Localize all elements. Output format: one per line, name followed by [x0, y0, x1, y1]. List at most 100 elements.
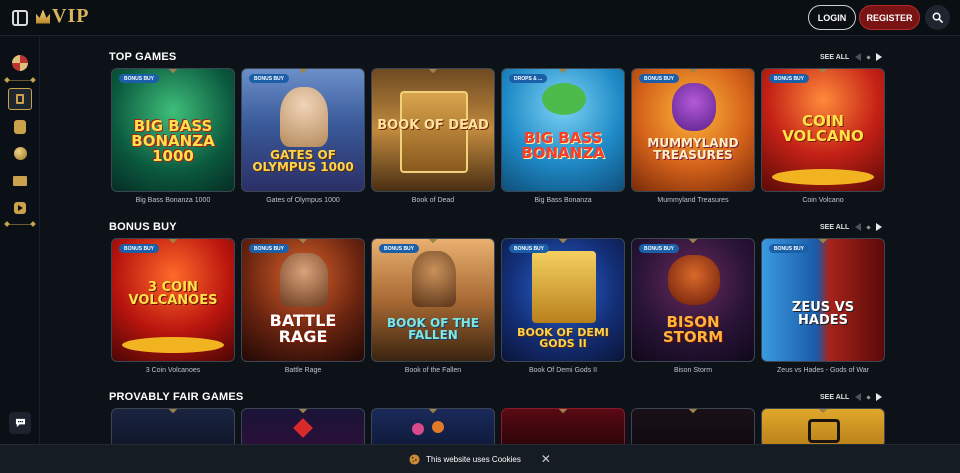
- game-card[interactable]: BONUS BUY BOOK OF DEMI GODS II: [501, 238, 625, 362]
- see-all-link[interactable]: SEE ALL: [820, 394, 849, 401]
- logo-figure: [808, 419, 840, 443]
- game-card[interactable]: BONUS BUY GATES OF OLYMPUS 1000: [241, 68, 365, 192]
- game-art-title: BIG BASS BONANZA: [521, 129, 605, 162]
- sidebar-divider: [7, 80, 33, 81]
- game-art-title: BOOK OF DEAD: [377, 118, 489, 133]
- top-bar: VIP LOGIN REGISTER: [0, 0, 960, 36]
- game-name[interactable]: Book of Dead: [371, 197, 495, 204]
- bonus-buy-badge: BONUS BUY: [639, 74, 680, 83]
- fish-figure: [542, 83, 586, 115]
- game-name[interactable]: Big Bass Bonanza: [501, 197, 625, 204]
- carousel-arrows: [855, 53, 882, 61]
- coins-figure: [122, 337, 224, 353]
- explorer-figure: [412, 251, 456, 307]
- bonus-buy-badge: BONUS BUY: [769, 244, 810, 253]
- game-card[interactable]: [111, 408, 235, 448]
- sidebar: [0, 37, 40, 473]
- game-card[interactable]: DROPS & ... BIG BASS BONANZA: [501, 68, 625, 192]
- game-card[interactable]: BONUS BUY MUMMYLAND TREASURES: [631, 68, 755, 192]
- game-card[interactable]: BONUS BUY BIG BASS BONANZA 1000: [111, 68, 235, 192]
- ball-icon[interactable]: [14, 147, 27, 160]
- game-art-title: GATES OF OLYMPUS 1000: [252, 148, 354, 174]
- section-title: TOP GAMES: [109, 51, 177, 63]
- cookie-icon: [409, 453, 420, 465]
- arrow-right-icon[interactable]: [876, 53, 882, 61]
- arrow-right-icon[interactable]: [876, 223, 882, 231]
- game-card[interactable]: [241, 408, 365, 448]
- see-all-link[interactable]: SEE ALL: [820, 224, 849, 231]
- site-logo[interactable]: VIP: [36, 5, 89, 28]
- game-card[interactable]: BONUS BUY COIN VOLCANO: [761, 68, 885, 192]
- game-card[interactable]: BONUS BUY BISON STORM: [631, 238, 755, 362]
- game-name[interactable]: Mummyland Treasures: [631, 197, 755, 204]
- game-name[interactable]: Bison Storm: [631, 367, 755, 374]
- search-button[interactable]: [925, 5, 950, 30]
- sidebar-divider: [7, 224, 33, 225]
- section-title: PROVABLY FAIR GAMES: [109, 391, 244, 403]
- game-name[interactable]: Gates of Olympus 1000: [241, 197, 365, 204]
- game-card[interactable]: BONUS BUY BOOK OF THE FALLEN: [371, 238, 495, 362]
- carousel-arrows: [855, 223, 882, 231]
- coins-figure: [772, 169, 874, 185]
- crown-icon: [36, 9, 50, 24]
- chat-icon: [15, 418, 25, 428]
- logo-text: VIP: [52, 5, 90, 27]
- sidebar-toggle-icon[interactable]: [12, 10, 28, 26]
- game-name[interactable]: Book Of Demi Gods II: [501, 367, 625, 374]
- arrow-left-icon[interactable]: [855, 53, 861, 61]
- game-card[interactable]: BOOK OF DEAD: [371, 68, 495, 192]
- dot-icon: [866, 224, 871, 230]
- arrow-left-icon[interactable]: [855, 393, 861, 401]
- bonus-buy-badge: BONUS BUY: [249, 74, 290, 83]
- slot-icon[interactable]: [8, 88, 32, 110]
- bonus-buy-badge: BONUS BUY: [119, 244, 160, 253]
- see-all-link[interactable]: SEE ALL: [820, 54, 849, 61]
- game-card[interactable]: BONUS BUY ZEUS VS HADES: [761, 238, 885, 362]
- game-card[interactable]: BONUS BUY BATTLE RAGE: [241, 238, 365, 362]
- game-name[interactable]: Book of the Fallen: [371, 367, 495, 374]
- game-card[interactable]: [501, 408, 625, 448]
- carousel-arrows: [855, 393, 882, 401]
- game-name[interactable]: Zeus vs Hades - Gods of War: [761, 367, 885, 374]
- wheel-icon[interactable]: [12, 55, 28, 71]
- bonus-buy-badge: BONUS BUY: [379, 244, 420, 253]
- bonus-buy-badge: BONUS BUY: [509, 244, 550, 253]
- game-card[interactable]: [371, 408, 495, 448]
- game-card[interactable]: BONUS BUY 3 COIN VOLCANOES: [111, 238, 235, 362]
- zeus-figure: [280, 87, 328, 147]
- game-art-title: BOOK OF THE FALLEN: [386, 316, 480, 342]
- mummy-figure: [672, 83, 716, 131]
- arrow-right-icon[interactable]: [876, 393, 882, 401]
- register-button[interactable]: REGISTER: [859, 5, 920, 30]
- game-art-title: BATTLE RAGE: [269, 311, 337, 346]
- bonus-buy-badge: BONUS BUY: [249, 244, 290, 253]
- cookie-banner: This website uses Cookies ✕: [0, 444, 960, 473]
- drops-badge: DROPS & ...: [509, 74, 548, 83]
- game-name[interactable]: Big Bass Bonanza 1000: [111, 197, 235, 204]
- game-art-title: COIN VOLCANO: [782, 112, 864, 145]
- bison-figure: [668, 255, 720, 305]
- game-card[interactable]: [631, 408, 755, 448]
- game-name[interactable]: Battle Rage: [241, 367, 365, 374]
- video-icon[interactable]: [14, 202, 26, 214]
- chat-button[interactable]: [9, 412, 31, 434]
- game-name[interactable]: Coin Volcano: [761, 197, 885, 204]
- search-icon: [932, 12, 943, 23]
- close-icon[interactable]: ✕: [541, 452, 551, 466]
- warrior-figure: [280, 253, 328, 307]
- dot-icon: [866, 54, 871, 60]
- arrow-left-icon[interactable]: [855, 223, 861, 231]
- ball-figure: [412, 423, 424, 435]
- game-art-title: 3 COIN VOLCANOES: [128, 280, 218, 308]
- game-art-title: MUMMYLAND TREASURES: [647, 136, 739, 162]
- book-figure: [532, 251, 596, 323]
- game-card[interactable]: [761, 408, 885, 448]
- live-icon[interactable]: [13, 176, 27, 186]
- game-name[interactable]: 3 Coin Volcanoes: [111, 367, 235, 374]
- bonus-buy-badge: BONUS BUY: [639, 244, 680, 253]
- login-button[interactable]: LOGIN: [808, 5, 856, 30]
- game-art-title: BIG BASS BONANZA 1000: [131, 117, 215, 165]
- cookie-text: This website uses Cookies: [426, 454, 521, 464]
- game-art-title: BISON STORM: [662, 313, 724, 346]
- cards-icon[interactable]: [14, 120, 26, 134]
